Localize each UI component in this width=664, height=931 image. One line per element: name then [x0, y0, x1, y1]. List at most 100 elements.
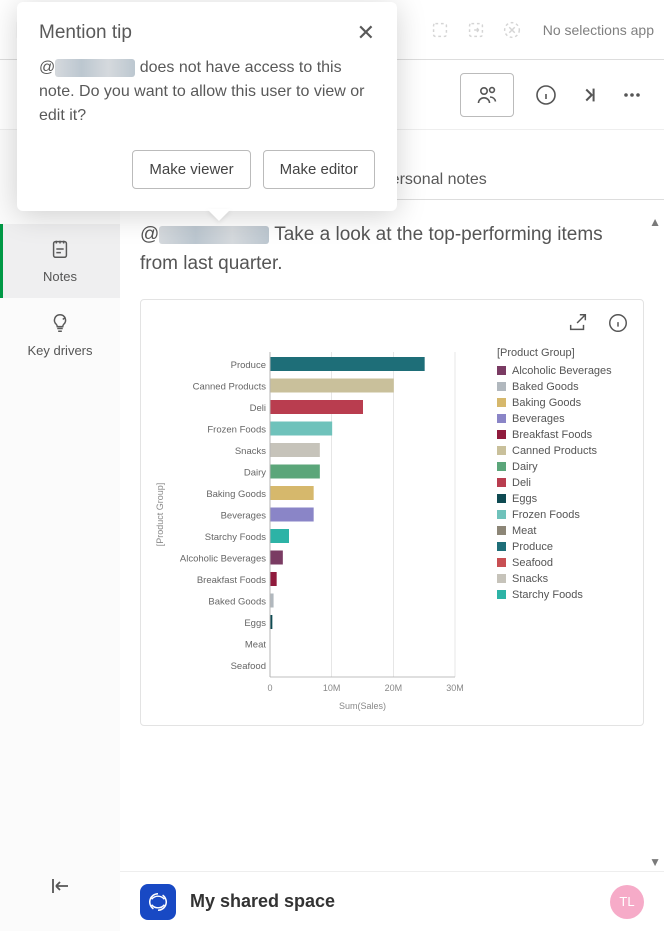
- chart-area: [Product Group] 0 10M 20M 30M Produce Canned P…: [155, 347, 629, 717]
- legend-item[interactable]: Frozen Foods: [497, 509, 629, 521]
- lightbulb-icon: [49, 312, 71, 337]
- svg-text:Snacks: Snacks: [235, 446, 266, 457]
- svg-text:20M: 20M: [385, 683, 403, 693]
- legend-label: Dairy: [512, 461, 538, 473]
- legend-label: Starchy Foods: [512, 589, 583, 601]
- svg-text:Dairy: Dairy: [244, 467, 266, 478]
- mention-redacted: [55, 59, 135, 77]
- close-icon[interactable]: ✕: [357, 22, 375, 44]
- svg-text:10M: 10M: [323, 683, 341, 693]
- svg-text:Frozen Foods: Frozen Foods: [207, 424, 266, 435]
- legend-swatch: [497, 510, 506, 519]
- svg-text:Produce: Produce: [231, 360, 266, 371]
- legend-item[interactable]: Snacks: [497, 573, 629, 585]
- notes-body: @ Take a look at the top-performing item…: [120, 200, 664, 726]
- scroll-down-icon[interactable]: ▼: [649, 855, 661, 869]
- legend-item[interactable]: Canned Products: [497, 445, 629, 457]
- info-icon[interactable]: [607, 312, 629, 339]
- svg-text:Sum(Sales): Sum(Sales): [339, 701, 386, 711]
- legend-item[interactable]: Seafood: [497, 557, 629, 569]
- sidebar-item-notes[interactable]: Notes: [0, 224, 120, 298]
- legend-label: Baked Goods: [512, 381, 579, 393]
- legend-swatch: [497, 398, 506, 407]
- make-editor-button[interactable]: Make editor: [263, 150, 375, 189]
- legend-item[interactable]: Alcoholic Beverages: [497, 365, 629, 377]
- legend-item[interactable]: Beverages: [497, 413, 629, 425]
- selection-clear-icon[interactable]: [498, 16, 526, 44]
- svg-text:Deli: Deli: [250, 403, 266, 414]
- make-viewer-button[interactable]: Make viewer: [132, 150, 250, 189]
- legend-label: Frozen Foods: [512, 509, 580, 521]
- legend-item[interactable]: Deli: [497, 477, 629, 489]
- svg-text:Starchy Foods: Starchy Foods: [205, 532, 266, 543]
- legend-item[interactable]: Dairy: [497, 461, 629, 473]
- legend-label: Meat: [512, 525, 536, 537]
- mention-redacted: [159, 226, 269, 244]
- legend-swatch: [497, 526, 506, 535]
- svg-text:Baked Goods: Baked Goods: [208, 596, 266, 607]
- scroll-up-icon[interactable]: ▲: [649, 215, 661, 229]
- legend-item[interactable]: Meat: [497, 525, 629, 537]
- legend-swatch: [497, 558, 506, 567]
- sidebar-item-keydrivers[interactable]: Key drivers: [0, 298, 120, 372]
- legend-label: Produce: [512, 541, 553, 553]
- legend-item[interactable]: Baking Goods: [497, 397, 629, 409]
- legend-swatch: [497, 542, 506, 551]
- legend-swatch: [497, 382, 506, 391]
- popover-title: Mention tip: [39, 22, 132, 44]
- legend-swatch: [497, 366, 506, 375]
- svg-text:Eggs: Eggs: [244, 618, 266, 629]
- legend-label: Eggs: [512, 493, 537, 505]
- notes-icon: [49, 238, 71, 263]
- svg-text:30M: 30M: [446, 683, 464, 693]
- legend-label: Seafood: [512, 557, 553, 569]
- chart-card-toolbar: [155, 312, 629, 339]
- legend-item[interactable]: Baked Goods: [497, 381, 629, 393]
- svg-text:Beverages: Beverages: [221, 510, 267, 521]
- svg-text:Baking Goods: Baking Goods: [206, 489, 266, 500]
- legend-swatch: [497, 414, 506, 423]
- legend-item[interactable]: Breakfast Foods: [497, 429, 629, 441]
- legend-swatch: [497, 590, 506, 599]
- svg-text:Alcoholic Beverages: Alcoholic Beverages: [180, 553, 266, 564]
- selection-forward-icon[interactable]: [462, 16, 490, 44]
- space-name[interactable]: My shared space: [190, 891, 335, 912]
- mention-tip-popover: Mention tip ✕ @ does not have access to …: [17, 2, 397, 211]
- notes-panel: Personal notes @ Take a look at the top-…: [120, 130, 664, 871]
- avatar[interactable]: TL: [610, 885, 644, 919]
- legend-label: Beverages: [512, 413, 565, 425]
- legend-swatch: [497, 446, 506, 455]
- legend-swatch: [497, 574, 506, 583]
- legend-label: Snacks: [512, 573, 548, 585]
- legend-swatch: [497, 430, 506, 439]
- legend-item[interactable]: Starchy Foods: [497, 589, 629, 601]
- legend-swatch: [497, 478, 506, 487]
- selection-tool-icon[interactable]: [426, 16, 454, 44]
- legend-header: [Product Group]: [497, 347, 629, 359]
- info-icon[interactable]: [534, 83, 558, 107]
- more-options-icon[interactable]: [620, 83, 644, 107]
- svg-text:Seafood: Seafood: [231, 661, 266, 672]
- legend-label: Canned Products: [512, 445, 597, 457]
- footer: My shared space TL: [120, 871, 664, 931]
- svg-text:0: 0: [267, 683, 272, 693]
- export-icon[interactable]: [567, 312, 589, 339]
- svg-text:Meat: Meat: [245, 639, 266, 650]
- share-users-button[interactable]: [460, 73, 514, 117]
- chart-svg: [Product Group] 0 10M 20M 30M Produce Canned P…: [155, 347, 487, 717]
- legend-item[interactable]: Eggs: [497, 493, 629, 505]
- collapse-sidebar-icon[interactable]: [48, 874, 72, 903]
- space-icon[interactable]: [140, 884, 176, 920]
- legend-label: Baking Goods: [512, 397, 581, 409]
- sidebar: Bookmarks Notes Key drivers: [0, 130, 120, 931]
- legend-swatch: [497, 494, 506, 503]
- collapse-panel-icon[interactable]: [578, 84, 600, 106]
- note-text: @ Take a look at the top-performing item…: [140, 220, 644, 279]
- sidebar-item-label: Key drivers: [27, 343, 92, 358]
- legend-item[interactable]: Produce: [497, 541, 629, 553]
- chart-card: [Product Group] 0 10M 20M 30M Produce Canned P…: [140, 299, 644, 726]
- svg-text:[Product Group]: [Product Group]: [155, 483, 165, 547]
- svg-text:Canned Products: Canned Products: [193, 381, 267, 392]
- no-selections-label: No selections app: [543, 22, 654, 38]
- legend-label: Deli: [512, 477, 531, 489]
